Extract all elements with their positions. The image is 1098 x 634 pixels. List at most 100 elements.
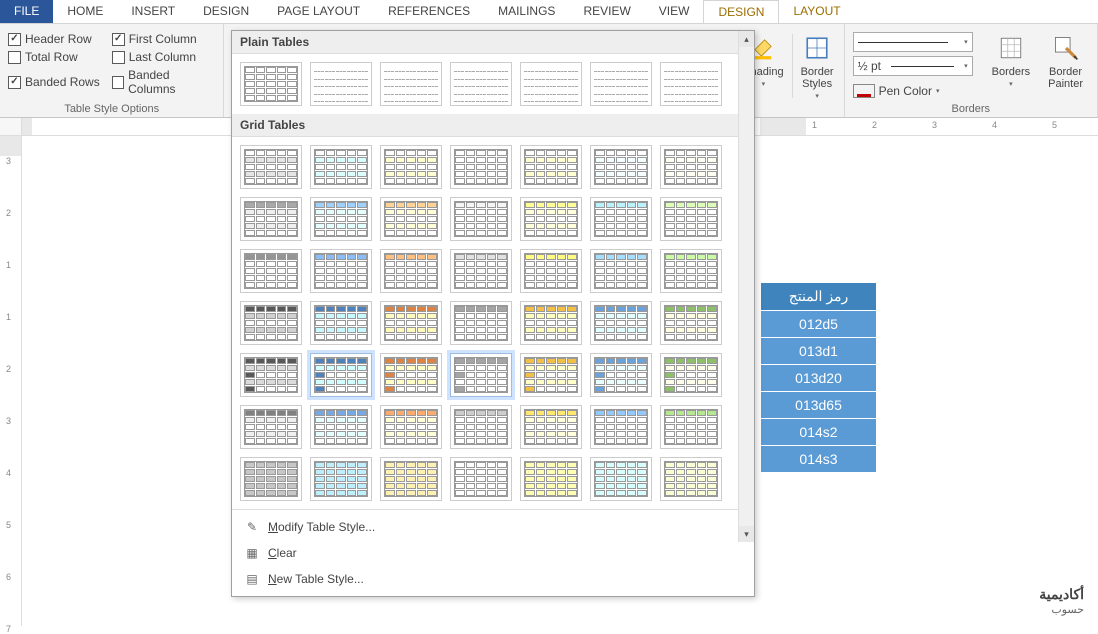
table-style-swatch[interactable]	[520, 301, 582, 345]
pen-color-button[interactable]: Pen Color ▾	[853, 84, 973, 98]
table-row[interactable]: 014s3	[761, 446, 876, 473]
table-style-swatch[interactable]	[240, 197, 302, 241]
table-style-swatch[interactable]	[450, 405, 512, 449]
table-style-swatch[interactable]	[380, 353, 442, 397]
table-style-swatch[interactable]	[520, 145, 582, 189]
table-cell[interactable]: 012d5	[761, 311, 876, 338]
ribbon-tab-view[interactable]: VIEW	[645, 0, 704, 23]
menu-clear[interactable]: ▦ Clear	[232, 540, 754, 566]
scroll-down-icon[interactable]: ▾	[739, 526, 754, 542]
table-style-swatch[interactable]	[660, 405, 722, 449]
document-table[interactable]: رمز المنتج 012d5013d1013d20013d65014s201…	[761, 283, 876, 472]
border-line-style-combo[interactable]: ▾	[853, 32, 973, 52]
table-style-swatch[interactable]	[590, 353, 652, 397]
table-style-swatch[interactable]	[240, 405, 302, 449]
table-style-swatch[interactable]	[380, 405, 442, 449]
table-style-swatch[interactable]	[310, 249, 372, 293]
table-style-swatch[interactable]	[310, 405, 372, 449]
table-style-swatch[interactable]	[240, 301, 302, 345]
ribbon-tab-context-design[interactable]: DESIGN	[703, 0, 779, 23]
table-style-swatch[interactable]	[380, 197, 442, 241]
table-cell[interactable]: 013d1	[761, 338, 876, 365]
table-cell[interactable]: 013d65	[761, 392, 876, 419]
table-style-swatch[interactable]	[660, 145, 722, 189]
table-cell[interactable]: 013d20	[761, 365, 876, 392]
table-style-swatch[interactable]	[660, 353, 722, 397]
borders-button[interactable]: Borders ▾	[986, 28, 1037, 92]
table-style-swatch[interactable]	[520, 405, 582, 449]
ribbon-tab-mailings[interactable]: MAILINGS	[484, 0, 569, 23]
table-style-swatch[interactable]	[450, 145, 512, 189]
table-style-swatch[interactable]	[450, 457, 512, 501]
table-style-swatch[interactable]	[380, 249, 442, 293]
ribbon-tab-design[interactable]: DESIGN	[189, 0, 263, 23]
ribbon-tab-context-layout[interactable]: LAYOUT	[779, 0, 854, 23]
menu-modify-table-style[interactable]: ✎ Modify Table Style...	[232, 514, 754, 540]
ribbon-tab-insert[interactable]: INSERT	[117, 0, 189, 23]
table-style-swatch[interactable]	[590, 405, 652, 449]
table-style-swatch[interactable]	[310, 145, 372, 189]
table-style-swatch[interactable]	[240, 353, 302, 397]
table-row[interactable]: 012d5	[761, 311, 876, 338]
menu-new-table-style[interactable]: ▤ New Table Style...	[232, 566, 754, 592]
border-weight-combo[interactable]: ½ pt ▾	[853, 56, 973, 76]
checkbox-banded-columns[interactable]: Banded Columns	[112, 68, 216, 96]
checkbox-last-column[interactable]: Last Column	[112, 50, 216, 64]
table-style-swatch[interactable]	[520, 249, 582, 293]
table-style-swatch[interactable]	[380, 301, 442, 345]
table-style-swatch[interactable]	[310, 62, 372, 106]
table-style-swatch[interactable]	[380, 457, 442, 501]
table-style-swatch[interactable]	[450, 353, 512, 397]
table-style-swatch[interactable]	[590, 145, 652, 189]
table-header[interactable]: رمز المنتج	[761, 283, 876, 311]
table-cell[interactable]: 014s2	[761, 419, 876, 446]
table-style-swatch[interactable]	[520, 457, 582, 501]
table-style-swatch[interactable]	[590, 62, 652, 106]
table-style-swatch[interactable]	[450, 62, 512, 106]
table-style-swatch[interactable]	[660, 249, 722, 293]
table-style-swatch[interactable]	[310, 301, 372, 345]
table-style-swatch[interactable]	[310, 457, 372, 501]
table-style-swatch[interactable]	[310, 353, 372, 397]
ribbon-tab-home[interactable]: HOME	[53, 0, 117, 23]
border-painter-button[interactable]: Border Painter	[1042, 28, 1089, 94]
table-style-swatch[interactable]	[310, 197, 372, 241]
table-style-swatch[interactable]	[520, 353, 582, 397]
table-row[interactable]: 014s2	[761, 419, 876, 446]
scroll-up-icon[interactable]: ▴	[739, 31, 754, 47]
table-row[interactable]: 013d20	[761, 365, 876, 392]
border-styles-button[interactable]: Border Styles ▾	[795, 28, 840, 104]
table-cell[interactable]: 014s3	[761, 446, 876, 473]
table-style-swatch[interactable]	[520, 62, 582, 106]
table-style-swatch[interactable]	[660, 301, 722, 345]
table-style-swatch[interactable]	[240, 145, 302, 189]
table-row[interactable]: 013d1	[761, 338, 876, 365]
vertical-ruler[interactable]: 3211234567	[0, 136, 22, 626]
table-style-swatch[interactable]	[380, 62, 442, 106]
table-style-swatch[interactable]	[240, 249, 302, 293]
table-style-swatch[interactable]	[590, 197, 652, 241]
table-style-swatch[interactable]	[240, 62, 302, 106]
table-row[interactable]: 013d65	[761, 392, 876, 419]
ribbon-tab-references[interactable]: REFERENCES	[374, 0, 484, 23]
table-style-swatch[interactable]	[660, 197, 722, 241]
table-style-swatch[interactable]	[660, 62, 722, 106]
table-style-swatch[interactable]	[450, 249, 512, 293]
ribbon-tab-review[interactable]: REVIEW	[569, 0, 644, 23]
table-style-swatch[interactable]	[380, 145, 442, 189]
checkbox-total-row[interactable]: Total Row	[8, 50, 100, 64]
checkbox-first-column[interactable]: First Column	[112, 32, 216, 46]
table-style-swatch[interactable]	[590, 301, 652, 345]
ribbon-tab-file[interactable]: FILE	[0, 0, 53, 23]
checkbox-banded-rows[interactable]: Banded Rows	[8, 68, 100, 96]
table-style-swatch[interactable]	[520, 197, 582, 241]
table-style-swatch[interactable]	[450, 301, 512, 345]
table-style-swatch[interactable]	[450, 197, 512, 241]
checkbox-header-row[interactable]: Header Row	[8, 32, 100, 46]
gallery-scrollbar[interactable]: ▴ ▾	[738, 31, 754, 542]
table-style-swatch[interactable]	[590, 249, 652, 293]
ribbon-tab-page-layout[interactable]: PAGE LAYOUT	[263, 0, 374, 23]
table-style-swatch[interactable]	[240, 457, 302, 501]
table-style-swatch[interactable]	[590, 457, 652, 501]
table-style-swatch[interactable]	[660, 457, 722, 501]
